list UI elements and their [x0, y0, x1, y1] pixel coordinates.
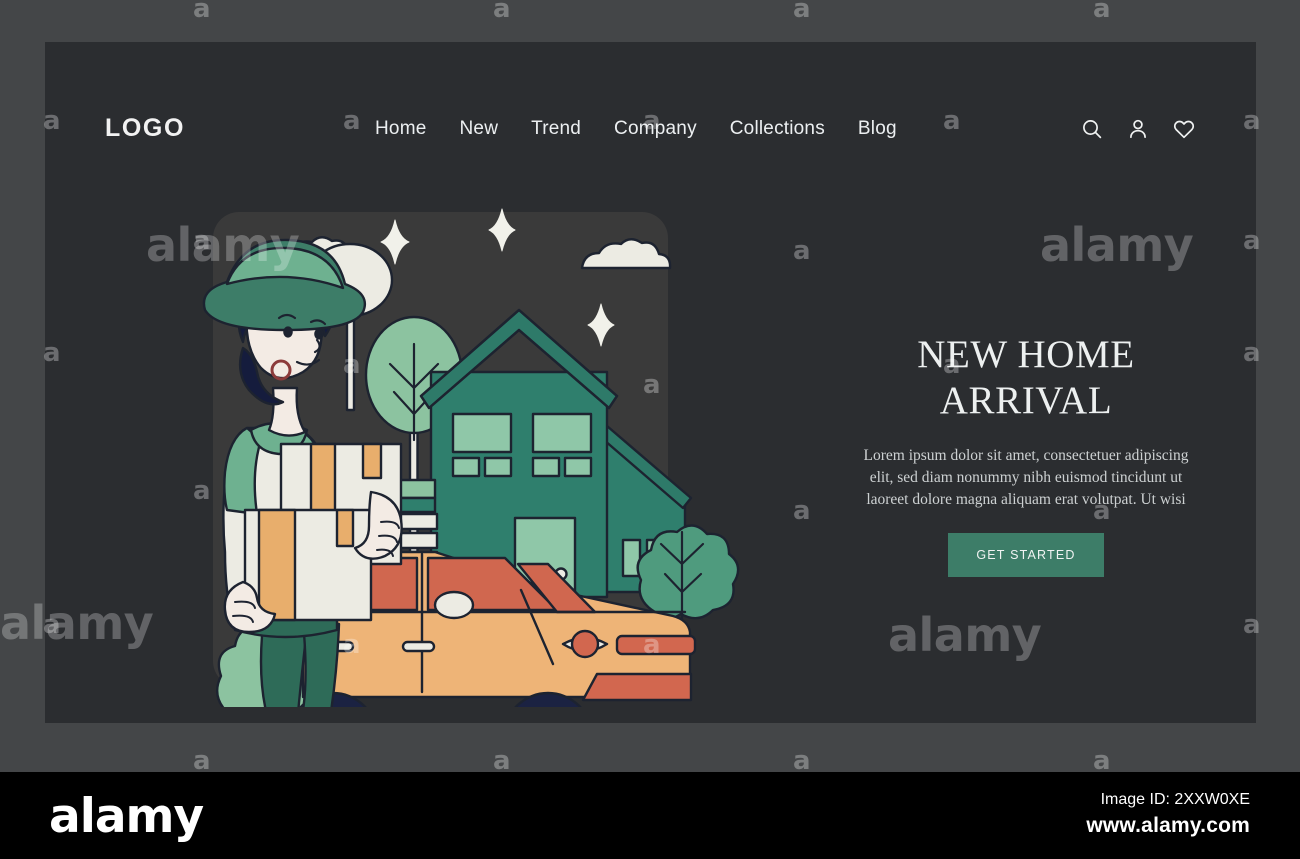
site-header: LOGO Home New Trend Company Collections …	[45, 42, 1256, 187]
nav-item-trend[interactable]: Trend	[531, 118, 581, 140]
hero-illustration	[185, 192, 805, 707]
watermark-mark: a	[793, 0, 811, 24]
nav-item-home[interactable]: Home	[375, 118, 426, 140]
main-navigation: Home New Trend Company Collections Blog	[375, 118, 897, 140]
header-icon-group	[1080, 117, 1196, 141]
site-logo[interactable]: LOGO	[105, 114, 185, 143]
page-canvas: LOGO Home New Trend Company Collections …	[45, 42, 1256, 723]
watermark-mark: a	[493, 0, 511, 24]
nav-item-company[interactable]: Company	[614, 118, 697, 140]
user-icon[interactable]	[1126, 117, 1150, 141]
alamy-footer-bar: alamy Image ID: 2XXW0XE www.alamy.com	[0, 772, 1300, 859]
alamy-meta: Image ID: 2XXW0XE www.alamy.com	[1086, 788, 1250, 840]
page-title: NEW HOME ARRIVAL	[856, 332, 1196, 425]
search-icon[interactable]	[1080, 117, 1104, 141]
get-started-button[interactable]: GET STARTED	[948, 532, 1104, 577]
hero-section: NEW HOME ARRIVAL Lorem ipsum dolor sit a…	[45, 172, 1256, 712]
image-id-label: Image ID: 2XXW0XE	[1100, 791, 1250, 808]
alamy-url-label[interactable]: www.alamy.com	[1086, 812, 1250, 840]
nav-item-collections[interactable]: Collections	[730, 118, 825, 140]
nav-item-blog[interactable]: Blog	[858, 118, 897, 140]
hero-title-line-2: ARRIVAL	[939, 379, 1113, 423]
nav-item-new[interactable]: New	[460, 118, 499, 140]
watermark-mark: a	[1093, 746, 1111, 776]
watermark-mark: a	[1093, 0, 1111, 24]
hero-text-block: NEW HOME ARRIVAL Lorem ipsum dolor sit a…	[856, 332, 1196, 577]
hero-description: Lorem ipsum dolor sit amet, consectetuer…	[863, 446, 1189, 508]
watermark-mark: a	[193, 0, 211, 24]
hero-title-line-1: NEW HOME	[917, 333, 1135, 376]
watermark-mark: a	[793, 746, 811, 776]
watermark-mark: a	[493, 746, 511, 776]
heart-icon[interactable]	[1172, 117, 1196, 141]
watermark-mark: a	[193, 746, 211, 776]
alamy-brand-logo: alamy	[49, 789, 204, 844]
